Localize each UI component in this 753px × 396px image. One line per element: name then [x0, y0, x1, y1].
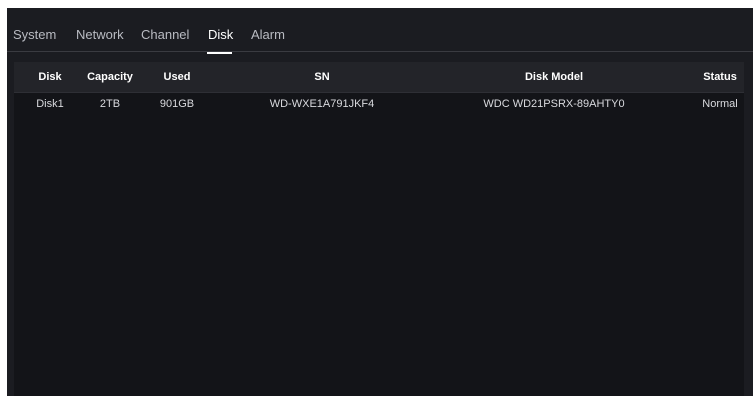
settings-panel: System Network Channel Disk Alarm Disk C… — [7, 8, 753, 396]
cell-sn: WD-WXE1A791JKF4 — [269, 98, 375, 110]
column-header-status: Status — [703, 71, 737, 83]
active-tab-indicator — [207, 52, 232, 54]
tab-bar: System Network Channel Disk Alarm — [7, 8, 753, 54]
cell-status: Normal — [702, 98, 738, 110]
cell-used: 901GB — [159, 98, 195, 110]
tab-alarm[interactable]: Alarm — [251, 27, 285, 42]
column-header-sn: SN — [314, 71, 330, 83]
column-header-disk-model: Disk Model — [524, 71, 584, 83]
tab-system[interactable]: System — [13, 27, 56, 42]
column-header-used: Used — [163, 71, 191, 83]
cell-capacity: 2TB — [99, 98, 121, 110]
cell-disk: Disk1 — [36, 98, 64, 110]
table-row[interactable]: Disk1 2TB 901GB WD-WXE1A791JKF4 WDC WD21… — [14, 93, 744, 115]
tab-network[interactable]: Network — [76, 27, 124, 42]
disk-table: Disk Capacity Used SN Disk Model Status … — [14, 62, 744, 396]
table-header-row: Disk Capacity Used SN Disk Model Status — [14, 62, 744, 93]
column-header-disk: Disk — [38, 71, 62, 83]
tab-channel[interactable]: Channel — [141, 27, 189, 42]
column-header-capacity: Capacity — [87, 71, 133, 83]
tab-disk[interactable]: Disk — [208, 27, 233, 42]
cell-disk-model: WDC WD21PSRX-89AHTY0 — [483, 98, 625, 110]
